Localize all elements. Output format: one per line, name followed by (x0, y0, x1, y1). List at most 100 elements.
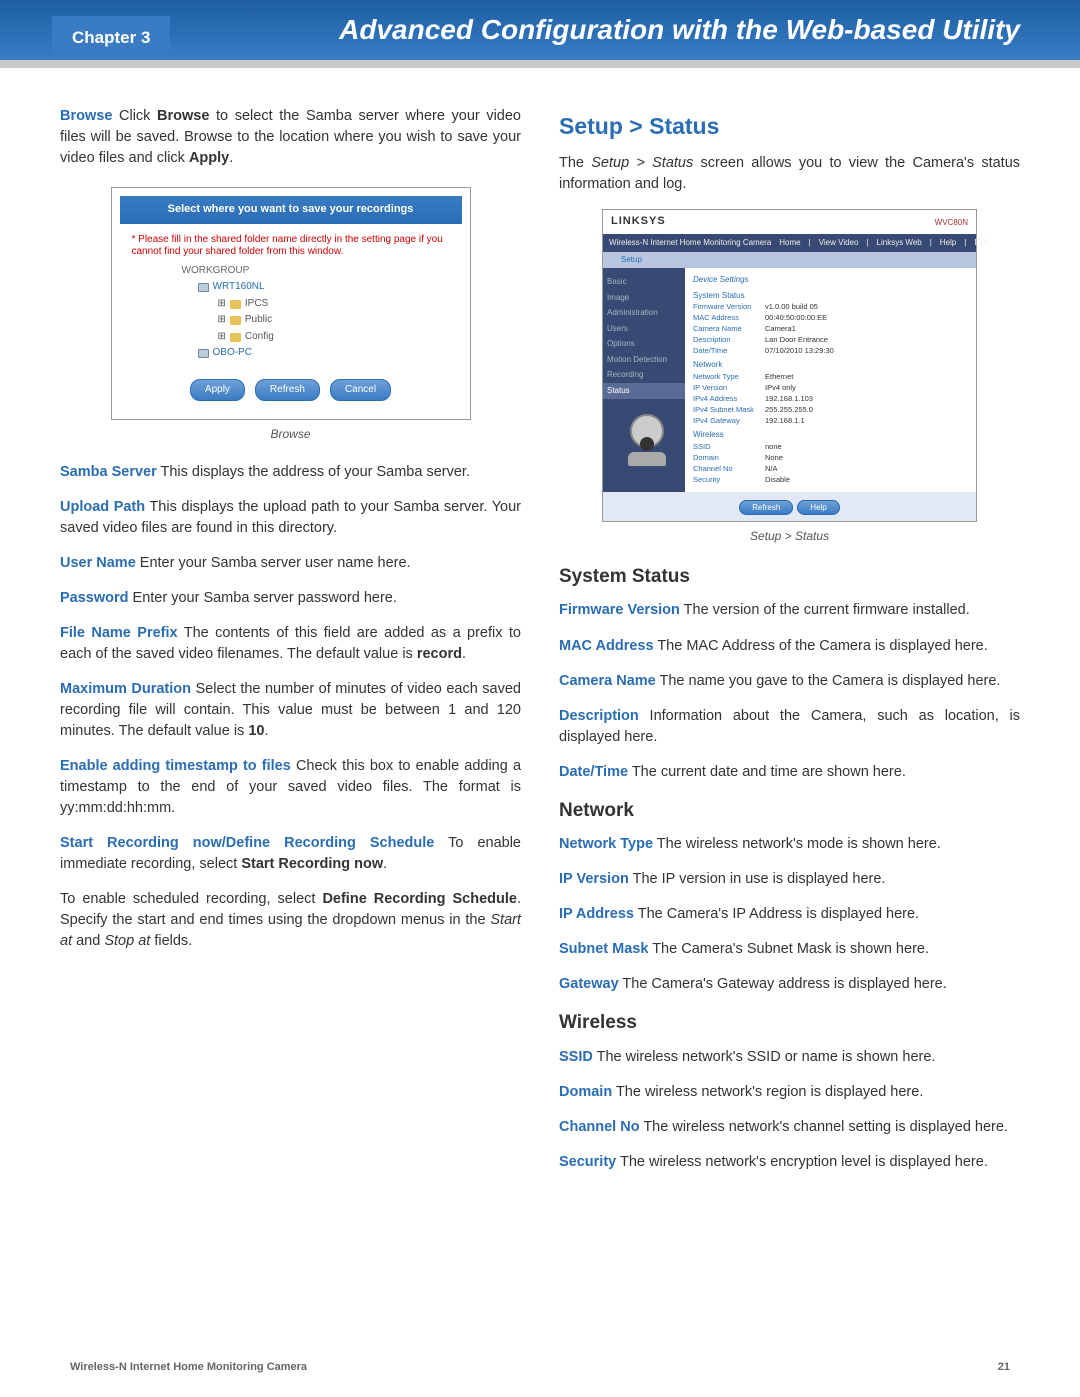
text: Enter your Samba server password here. (129, 590, 397, 606)
term-ssid: SSID (559, 1049, 593, 1065)
term-firmware-version: Firmware Version (559, 602, 680, 618)
nav-basic[interactable]: Basic (607, 274, 681, 290)
details-heading: Device Settings (693, 274, 968, 286)
nav-home[interactable]: Home (779, 237, 800, 249)
term-date-time: Date/Time (559, 764, 628, 780)
text: The MAC Address of the Camera is display… (654, 638, 988, 654)
nav-options[interactable]: Options (607, 336, 681, 352)
text: . (229, 150, 233, 166)
footer-page-number: 21 (998, 1361, 1010, 1373)
linksys-logo: LINKSYS (611, 214, 666, 230)
nav-help[interactable]: Help (940, 237, 956, 249)
chapter-label: Chapter 3 (52, 16, 170, 60)
text: To enable scheduled recording, select (60, 891, 322, 907)
term-description: Description (559, 708, 639, 724)
text: The wireless network's channel setting i… (640, 1119, 1008, 1135)
tree-label: WRT160NL (213, 280, 265, 295)
nav-image[interactable]: Image (607, 290, 681, 306)
text: The Camera's IP Address is displayed her… (634, 906, 919, 922)
term-enable-timestamp: Enable adding timestamp to files (60, 758, 291, 774)
text: The wireless network's region is display… (612, 1084, 923, 1100)
text: The Camera's Gateway address is displaye… (619, 976, 947, 992)
text: The (559, 155, 591, 171)
nav-view-video[interactable]: View Video (819, 237, 859, 249)
browse-paragraph: Browse Click Browse to select the Samba … (60, 106, 521, 169)
subheading-system-status: System Status (559, 563, 1020, 591)
term-upload-path: Upload Path (60, 499, 145, 515)
term-subnet-mask: Subnet Mask (559, 941, 648, 957)
tree-label: Public (245, 313, 272, 328)
term-start-recording: Start Recording now/Define Recording Sch… (60, 835, 434, 851)
nav-users[interactable]: Users (607, 321, 681, 337)
right-column: Setup > Status The Setup > Status screen… (559, 106, 1020, 1187)
text: This displays the address of your Samba … (157, 464, 470, 480)
apply-button[interactable]: Apply (190, 379, 245, 402)
text: Click (112, 108, 157, 124)
text: The wireless network's mode is shown her… (653, 836, 941, 852)
bold-apply: Apply (189, 150, 229, 166)
bold-record: record (417, 646, 462, 662)
term-maximum-duration: Maximum Duration (60, 681, 191, 697)
term-camera-name: Camera Name (559, 673, 656, 689)
tree-item[interactable]: ⊞ IPCS (218, 297, 450, 312)
nav-exit[interactable]: Exit (974, 237, 987, 249)
term-ip-version: IP Version (559, 871, 629, 887)
sub-network: Network (693, 359, 968, 371)
term-samba-server: Samba Server (60, 464, 157, 480)
nav-recording[interactable]: Recording (607, 367, 681, 383)
model-label: WVC80N (935, 217, 968, 229)
bold-10: 10 (248, 723, 264, 739)
section-heading: Setup > Status (559, 110, 1020, 143)
nav-linksys-web[interactable]: Linksys Web (877, 237, 922, 249)
text: The Camera's Subnet Mask is shown here. (648, 941, 929, 957)
subheading-wireless: Wireless (559, 1009, 1020, 1037)
nav-administration[interactable]: Administration (607, 305, 681, 321)
subheading-network: Network (559, 797, 1020, 825)
dialog-titlebar: Select where you want to save your recor… (120, 196, 462, 224)
term-password: Password (60, 590, 129, 606)
text: The wireless network's encryption level … (616, 1154, 988, 1170)
page-footer: Wireless-N Internet Home Monitoring Came… (70, 1361, 1010, 1373)
text: . (264, 723, 268, 739)
computer-icon (198, 283, 209, 292)
tree-item[interactable]: OBO-PC (198, 346, 450, 361)
help-button[interactable]: Help (797, 500, 839, 515)
cancel-button[interactable]: Cancel (330, 379, 391, 402)
tree-label: Config (245, 330, 274, 345)
tree-item[interactable]: WRT160NL (198, 280, 450, 295)
page-header: Chapter 3 Advanced Configuration with th… (0, 0, 1080, 68)
text: The name you gave to the Camera is displ… (656, 673, 1001, 689)
footer-product: Wireless-N Internet Home Monitoring Came… (70, 1361, 307, 1373)
bold-define-schedule: Define Recording Schedule (322, 891, 517, 907)
italic-stop-at: Stop at (104, 933, 150, 949)
browse-figure: Select where you want to save your recor… (111, 187, 471, 420)
sub-wireless: Wireless (693, 429, 968, 441)
sub-system-status: System Status (693, 290, 968, 302)
camera-icon (623, 414, 671, 484)
nav-motion[interactable]: Motion Detection (607, 352, 681, 368)
tree-label: IPCS (245, 297, 268, 312)
term-gateway: Gateway (559, 976, 619, 992)
refresh-button[interactable]: Refresh (739, 500, 793, 515)
folder-icon (230, 333, 241, 342)
text: The wireless network's SSID or name is s… (593, 1049, 936, 1065)
text: The current date and time are shown here… (628, 764, 906, 780)
figure-caption: Browse (60, 426, 521, 443)
text: . (383, 856, 387, 872)
tree-item[interactable]: ⊞ Public (218, 313, 450, 328)
figure-caption: Setup > Status (559, 528, 1020, 545)
term-browse: Browse (60, 108, 112, 124)
text: Enter your Samba server user name here. (136, 555, 411, 571)
text: The version of the current firmware inst… (680, 602, 970, 618)
refresh-button[interactable]: Refresh (255, 379, 320, 402)
device-name: Wireless-N Internet Home Monitoring Came… (609, 237, 771, 249)
nav-status[interactable]: Status (603, 383, 685, 399)
left-column: Browse Click Browse to select the Samba … (60, 106, 521, 1187)
status-details: Device Settings System Status Firmware V… (685, 268, 976, 492)
tab-setup[interactable]: Setup (621, 255, 642, 264)
term-network-type: Network Type (559, 836, 653, 852)
computer-icon (198, 349, 209, 358)
text: and (72, 933, 104, 949)
tree-item[interactable]: ⊞ Config (218, 330, 450, 345)
term-mac-address: MAC Address (559, 638, 654, 654)
